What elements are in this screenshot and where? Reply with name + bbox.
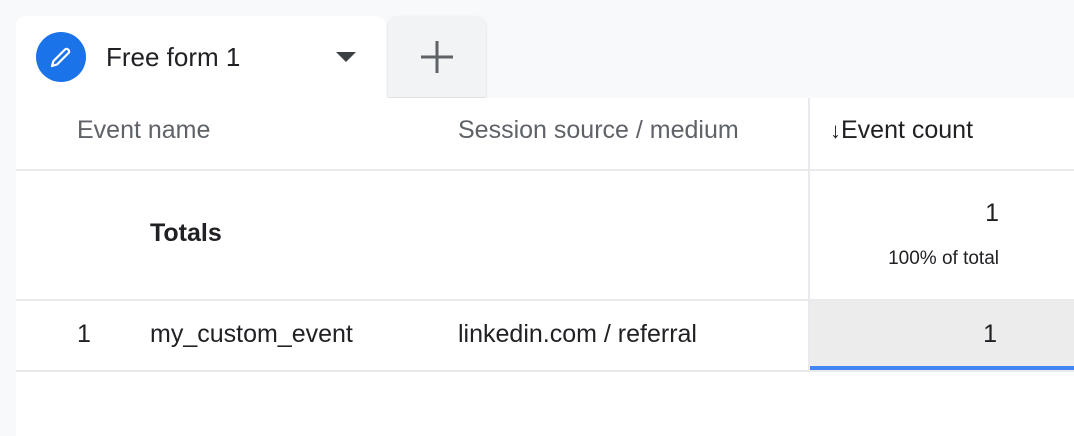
divider xyxy=(16,169,1074,171)
selection-bar xyxy=(810,366,1074,370)
tab-label: Free form 1 xyxy=(106,42,241,72)
event-name-cell: my_custom_event xyxy=(150,320,353,348)
chevron-down-icon[interactable] xyxy=(336,52,356,62)
totals-percent: 100% of total xyxy=(888,248,999,269)
data-table: Event name Session source / medium ↓Even… xyxy=(16,98,1074,436)
column-header-event-name[interactable]: Event name xyxy=(77,116,210,145)
column-header-event-count[interactable]: ↓Event count xyxy=(830,116,973,145)
arrow-down-icon: ↓ xyxy=(830,118,841,143)
plus-icon xyxy=(421,41,453,73)
event-count-cell: 1 xyxy=(983,320,997,348)
row-index: 1 xyxy=(77,320,91,348)
totals-label: Totals xyxy=(150,219,222,247)
tab-free-form-1[interactable]: Free form 1 xyxy=(16,16,386,100)
add-tab-button[interactable] xyxy=(388,16,486,97)
pencil-icon xyxy=(36,32,86,82)
source-medium-cell: linkedin.com / referral xyxy=(458,320,697,348)
divider xyxy=(16,370,1074,372)
totals-event-count: 1 xyxy=(985,199,999,227)
selected-cell[interactable] xyxy=(810,301,1074,366)
column-header-session-source-medium[interactable]: Session source / medium xyxy=(458,116,739,145)
